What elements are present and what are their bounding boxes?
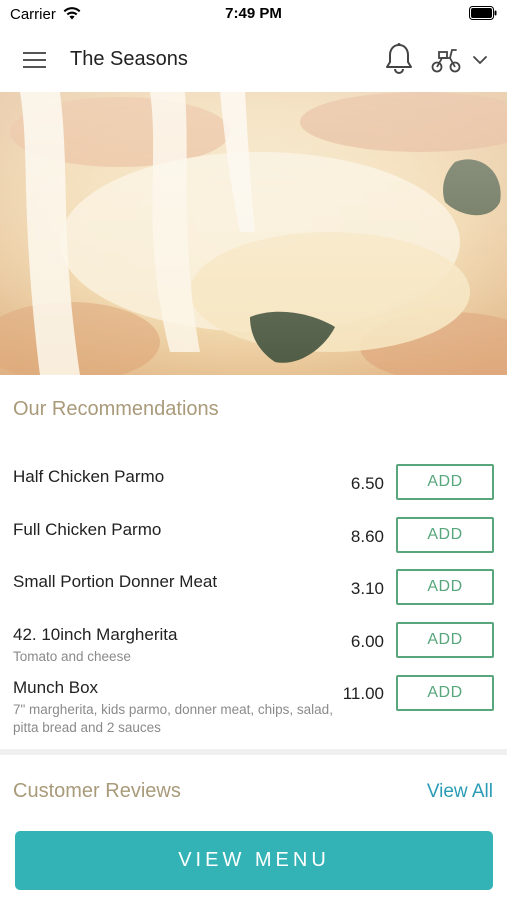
item-name: Munch Box: [13, 678, 99, 697]
battery-icon: [469, 6, 497, 25]
reviews-heading: Customer Reviews: [13, 780, 181, 802]
status-time: 7:49 PM: [225, 5, 282, 22]
item-price: 6.00: [350, 632, 384, 651]
section-divider: [0, 749, 507, 755]
menu-icon[interactable]: [22, 48, 48, 72]
item-price: 3.10: [350, 579, 384, 598]
app-header: The Seasons: [0, 28, 507, 92]
item-description: 7" margherita, kids parmo, donner meat, …: [13, 702, 333, 735]
restaurant-title: The Seasons: [70, 48, 188, 70]
hero-pizza-image: [0, 92, 507, 375]
view-all-link[interactable]: View All: [427, 781, 493, 803]
item-name: 42. 10inch Margherita: [13, 625, 178, 644]
status-bar: Carrier 7:49 PM: [0, 0, 507, 28]
add-button[interactable]: ADD: [396, 517, 494, 553]
add-button[interactable]: ADD: [396, 464, 494, 500]
recommendations-heading: Our Recommendations: [13, 398, 219, 420]
item-name: Small Portion Donner Meat: [13, 572, 218, 591]
item-name: Full Chicken Parmo: [13, 520, 162, 539]
item-price: 11.00: [342, 684, 384, 703]
view-menu-button[interactable]: VIEW MENU: [15, 831, 493, 890]
item-price: 8.60: [350, 527, 384, 546]
add-button[interactable]: ADD: [396, 622, 494, 658]
add-button[interactable]: ADD: [396, 675, 494, 711]
item-price: 6.50: [350, 474, 384, 493]
scooter-icon[interactable]: [430, 46, 462, 79]
item-description: Tomato and cheese: [13, 649, 131, 664]
item-name: Half Chicken Parmo: [13, 467, 165, 486]
chevron-down-icon[interactable]: [472, 53, 488, 71]
bell-icon[interactable]: [384, 42, 414, 81]
add-button[interactable]: ADD: [396, 569, 494, 605]
